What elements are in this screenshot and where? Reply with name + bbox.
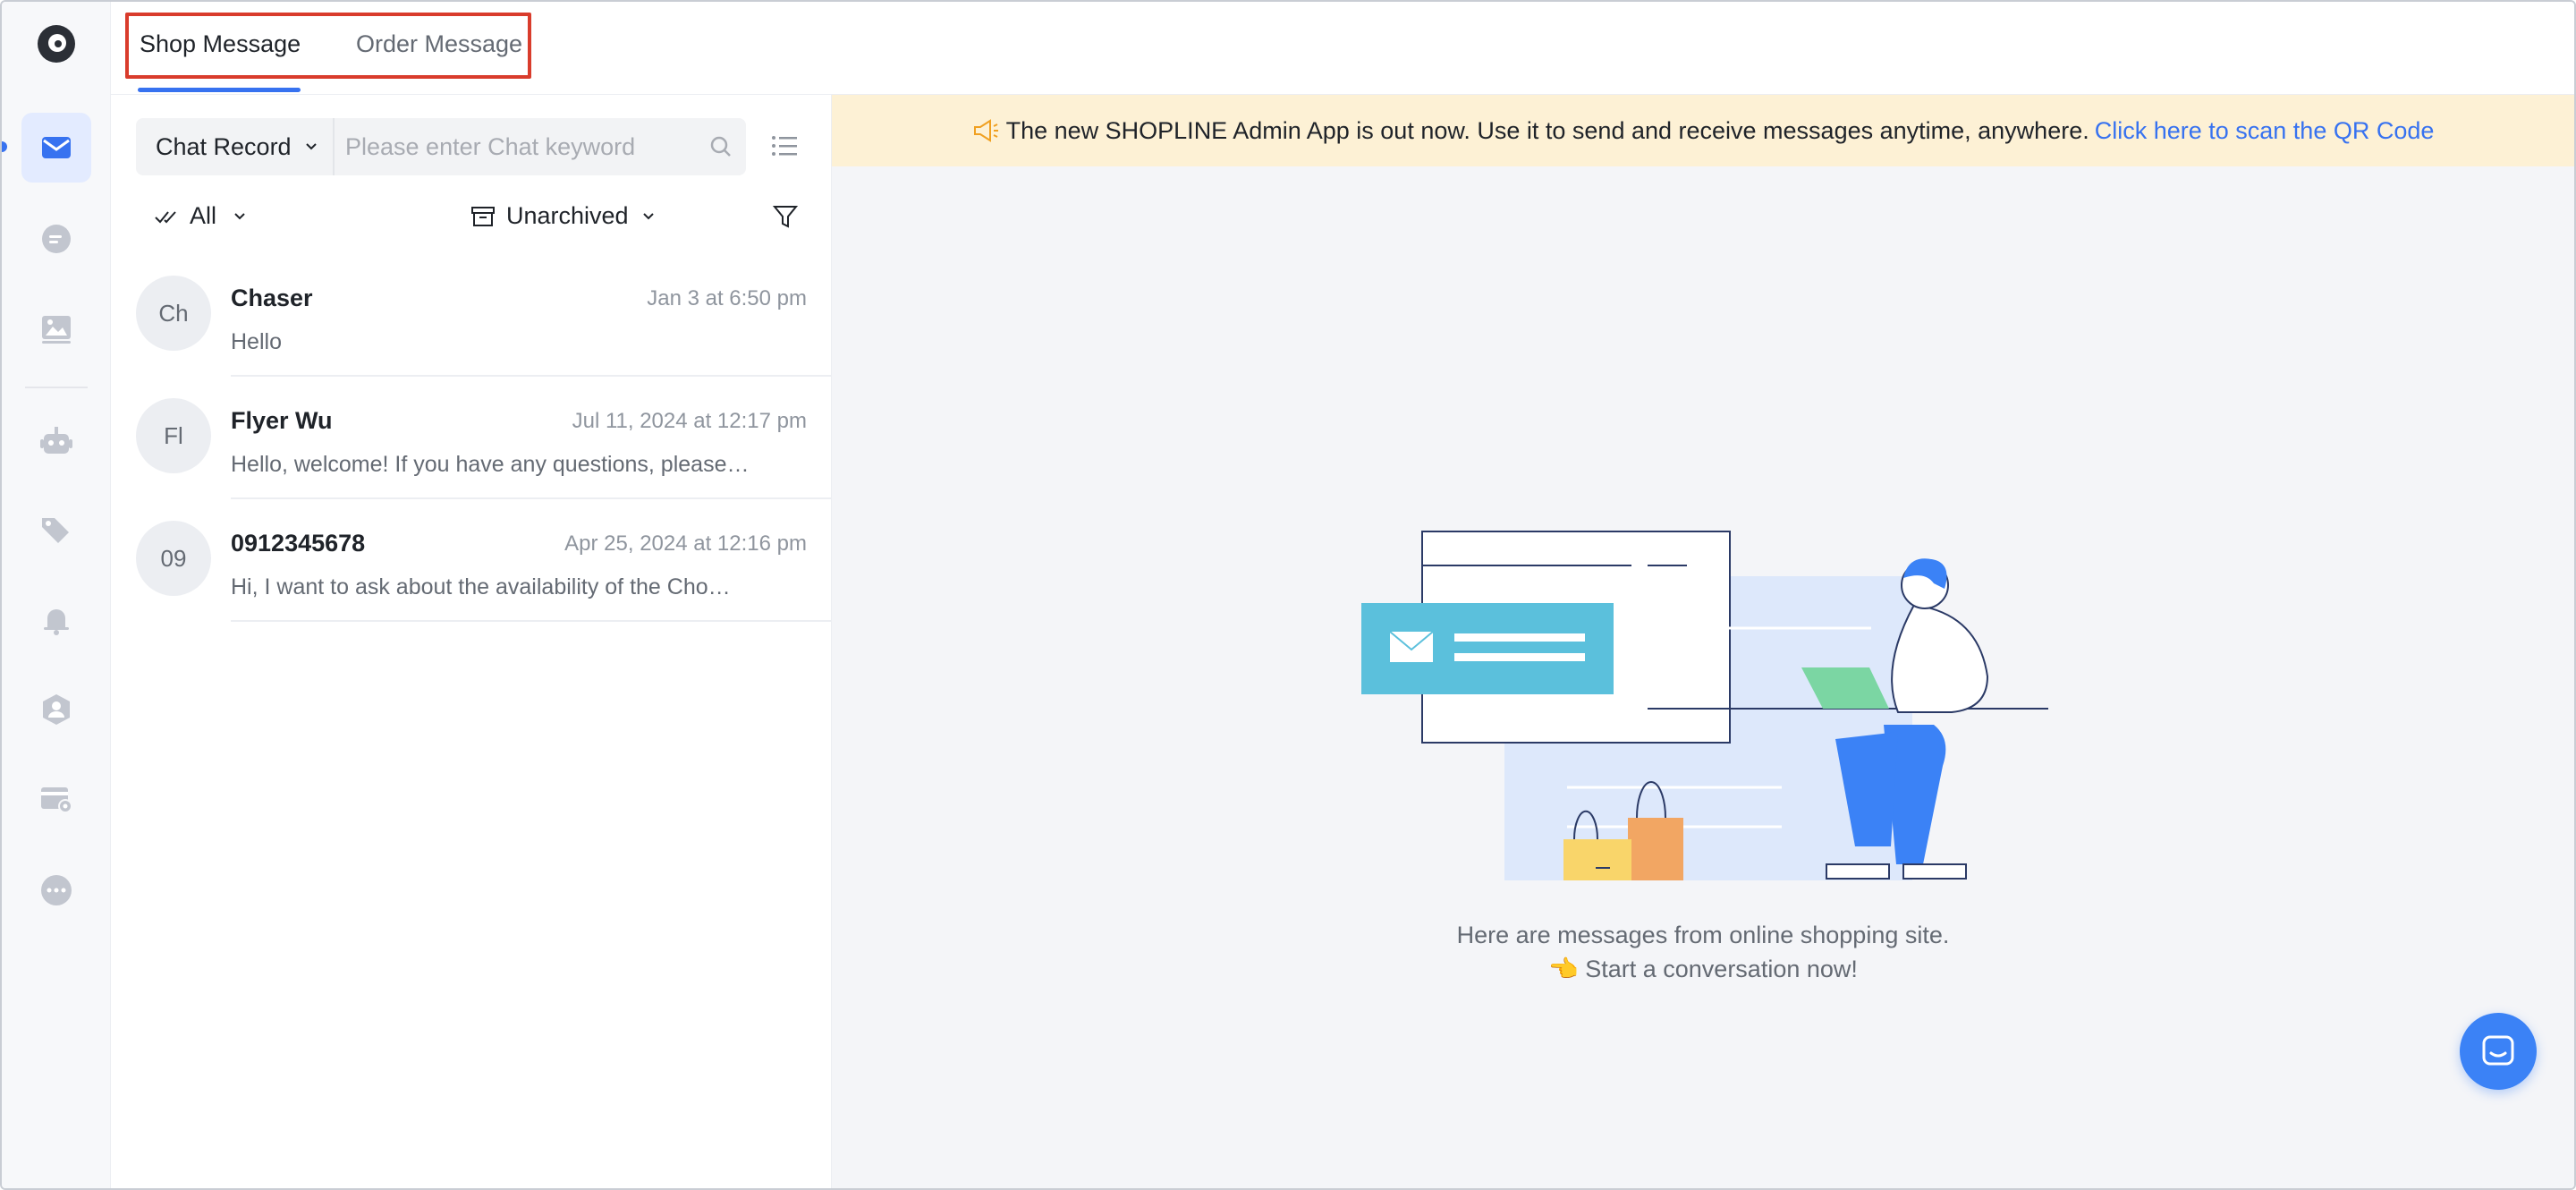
- search-scope-label: Chat Record: [156, 132, 292, 160]
- empty-state-line-2: 👈 Start a conversation now!: [1548, 956, 1858, 982]
- empty-state-message: Here are messages from online shopping s…: [832, 918, 2574, 986]
- contact-name: Chaser: [231, 285, 313, 311]
- active-indicator-dot: [2, 141, 7, 152]
- archive-filter-label: Unarchived: [506, 202, 629, 229]
- app-announcement-banner: The new SHOPLINE Admin App is out now. U…: [832, 95, 2574, 166]
- tab-shop-message[interactable]: Shop Message: [140, 30, 301, 58]
- avatar: Ch: [136, 276, 211, 351]
- inbox-icon: [42, 137, 71, 158]
- image-gallery-icon: [42, 316, 71, 344]
- live-chat-button[interactable]: [2460, 1013, 2537, 1090]
- bell-icon: [44, 609, 69, 635]
- message-detail-area: The new SHOPLINE Admin App is out now. U…: [832, 95, 2574, 1188]
- message-preview: Hello, welcome! If you have any question…: [231, 452, 750, 477]
- chevron-down-icon: [642, 212, 654, 219]
- empty-state-line-1: Here are messages from online shopping s…: [1456, 922, 1950, 948]
- sidebar-item-settings[interactable]: [21, 764, 91, 834]
- list-view-icon[interactable]: [769, 131, 800, 161]
- shopline-logo[interactable]: [38, 25, 75, 63]
- message-preview: Hi, I want to ask about the availability…: [231, 574, 731, 599]
- contact-name: Flyer Wu: [231, 407, 333, 434]
- message-preview: Hello: [231, 329, 282, 354]
- top-header: Shop Message Order Message: [111, 2, 2574, 95]
- archive-filter-dropdown[interactable]: Unarchived: [470, 202, 657, 230]
- icon-sidebar: [2, 2, 111, 1188]
- tab-order-message[interactable]: Order Message: [356, 30, 522, 58]
- banner-text: The new SHOPLINE Admin App is out now. U…: [1005, 116, 2089, 144]
- contact-name: 0912345678: [231, 530, 366, 557]
- megaphone-icon: [973, 119, 998, 142]
- robot-icon: [40, 427, 72, 454]
- sidebar-divider: [25, 387, 88, 388]
- sidebar-item-more[interactable]: [21, 855, 91, 925]
- avatar: 09: [136, 521, 211, 596]
- message-time: Apr 25, 2024 at 12:16 pm: [564, 531, 807, 556]
- list-item[interactable]: Ch Chaser Jan 3 at 6:50 pm Hello: [136, 254, 832, 377]
- archive-box-icon: [471, 206, 495, 226]
- list-item[interactable]: 09 0912345678 Apr 25, 2024 at 12:16 pm H…: [136, 499, 832, 622]
- search-input[interactable]: [345, 125, 694, 168]
- read-filter-dropdown[interactable]: All: [154, 202, 249, 230]
- app-window: Shop Message Order Message Chat Record A…: [0, 0, 2576, 1190]
- sidebar-item-notifications[interactable]: [21, 585, 91, 655]
- sidebar-item-customers[interactable]: [21, 675, 91, 744]
- message-time: Jan 3 at 6:50 pm: [647, 286, 807, 310]
- more-icon: [41, 875, 72, 905]
- sidebar-item-gallery[interactable]: [21, 293, 91, 363]
- search-bar: Chat Record: [136, 118, 746, 175]
- search-icon[interactable]: [708, 134, 733, 159]
- chat-widget-icon: [2482, 1035, 2514, 1066]
- chevron-down-icon: [234, 212, 245, 219]
- sidebar-item-chat[interactable]: [21, 204, 91, 274]
- user-badge-icon: [43, 694, 70, 725]
- row-divider: [231, 620, 832, 622]
- list-item[interactable]: Fl Flyer Wu Jul 11, 2024 at 12:17 pm Hel…: [136, 377, 832, 499]
- filter-row: All Unarchived: [136, 199, 807, 238]
- sidebar-item-bot[interactable]: [21, 406, 91, 476]
- search-scope-select[interactable]: Chat Record: [136, 118, 335, 175]
- chevron-down-icon: [305, 143, 317, 150]
- sidebar-item-inbox[interactable]: [21, 113, 91, 183]
- double-check-icon: [155, 210, 176, 223]
- conversation-list-panel: Chat Record All Unarchived Ch Chaser J: [111, 95, 832, 1188]
- empty-state-illustration: [1361, 531, 2048, 880]
- filter-funnel-icon[interactable]: [771, 202, 800, 231]
- sidebar-item-tags[interactable]: [21, 496, 91, 565]
- card-settings-icon: [41, 787, 72, 813]
- avatar: Fl: [136, 398, 211, 473]
- active-tab-underline: [138, 88, 301, 92]
- read-filter-label: All: [190, 202, 217, 229]
- chat-bubble-icon: [42, 225, 71, 253]
- tags-icon: [42, 518, 69, 543]
- scan-qr-link[interactable]: Click here to scan the QR Code: [2095, 117, 2435, 145]
- message-time: Jul 11, 2024 at 12:17 pm: [572, 409, 807, 433]
